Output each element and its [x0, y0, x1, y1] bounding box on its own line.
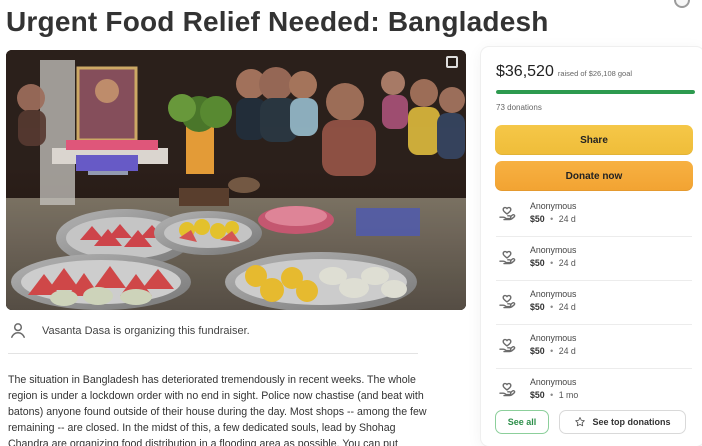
donor-time: 24 d	[558, 214, 576, 224]
donation-hand-icon	[499, 294, 516, 309]
user-icon	[11, 323, 25, 338]
see-top-donations-button[interactable]: See top donations	[559, 410, 686, 434]
separator-dot: •	[550, 214, 554, 224]
donor-name: Anonymous	[530, 201, 577, 211]
donor-name: Anonymous	[530, 245, 577, 255]
separator-dot: •	[550, 302, 554, 312]
separator-dot: •	[550, 390, 554, 400]
donor-meta: $50 • 1 mo	[530, 390, 578, 400]
donor-time: 24 d	[558, 302, 576, 312]
donor-divider	[496, 324, 692, 325]
donor-amount: $50	[530, 214, 545, 224]
donor-item: Anonymous $50 • 24 d	[496, 285, 692, 319]
separator-dot: •	[550, 258, 554, 268]
donor-time: 24 d	[558, 346, 576, 356]
donor-amount: $50	[530, 258, 545, 268]
donor-item: Anonymous $50 • 24 d	[496, 197, 692, 231]
donor-meta: $50 • 24 d	[530, 214, 576, 224]
donation-hand-icon	[499, 206, 516, 221]
separator-dot: •	[550, 346, 554, 356]
donor-name: Anonymous	[530, 377, 577, 387]
star-icon	[575, 417, 586, 427]
raised-amount: $36,520	[496, 63, 554, 80]
donor-name: Anonymous	[530, 333, 577, 343]
hero-image-svg	[6, 50, 466, 310]
story-text: The situation in Bangladesh has deterior…	[8, 374, 427, 446]
see-all-button[interactable]: See all	[495, 410, 549, 434]
hero-image	[6, 50, 466, 310]
donor-meta: $50 • 24 d	[530, 346, 576, 356]
progress-bar	[496, 90, 695, 94]
donation-sidebar: $36,520 raised of $26,108 goal 73 donati…	[481, 47, 702, 446]
raised-label: raised of $26,108 goal	[557, 69, 633, 78]
photo-icon[interactable]	[446, 56, 458, 68]
donor-time: 24 d	[558, 258, 576, 268]
donor-name: Anonymous	[530, 289, 577, 299]
donation-hand-icon	[499, 338, 516, 353]
donor-time: 1 mo	[558, 390, 579, 400]
donor-amount: $50	[530, 302, 545, 312]
donor-meta: $50 • 24 d	[530, 302, 576, 312]
organizer-text: Vasanta Dasa is organizing this fundrais…	[42, 325, 250, 337]
donor-amount: $50	[530, 346, 545, 356]
donation-hand-icon	[499, 250, 516, 265]
donate-now-button[interactable]: Donate now	[495, 161, 693, 191]
donation-hand-icon	[499, 382, 516, 397]
donor-item: Anonymous $50 • 1 mo	[496, 373, 692, 407]
bottom-actions: See all See top donations	[495, 410, 696, 434]
page-title: Urgent Food Relief Needed: Bangladesh	[6, 6, 549, 37]
donor-divider	[496, 368, 692, 369]
progress-fill	[496, 90, 695, 94]
donor-meta: $50 • 24 d	[530, 258, 576, 268]
donations-count: 73 donations	[496, 103, 542, 112]
top-right-icon[interactable]	[674, 0, 690, 8]
donor-divider	[496, 280, 692, 281]
organizer-divider	[8, 353, 418, 354]
amount-line: $36,520 raised of $26,108 goal	[496, 63, 632, 81]
see-top-donations-label: See top donations	[592, 417, 671, 427]
donor-item: Anonymous $50 • 24 d	[496, 241, 692, 275]
donor-amount: $50	[530, 390, 545, 400]
donor-divider	[496, 236, 692, 237]
share-button[interactable]: Share	[495, 125, 693, 155]
organizer-row: Vasanta Dasa is organizing this fundrais…	[8, 318, 418, 344]
donor-item: Anonymous $50 • 24 d	[496, 329, 692, 363]
